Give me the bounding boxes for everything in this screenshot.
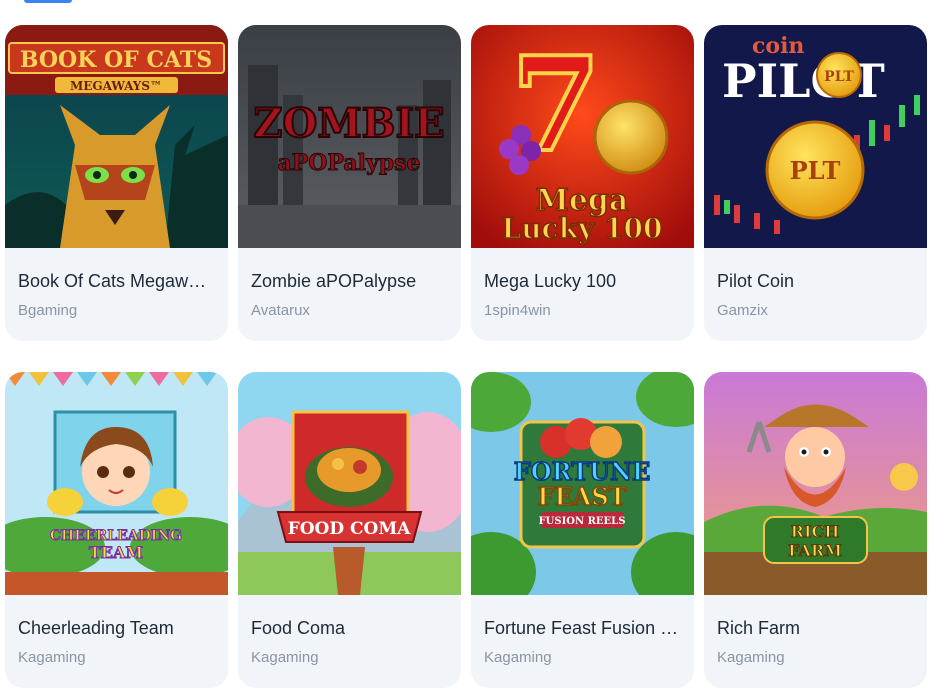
art-line-1: RICH — [791, 522, 840, 541]
art-line-2: MEGAWAYS™ — [70, 79, 162, 93]
game-provider: Kagaming — [18, 649, 86, 666]
game-title[interactable]: Food Coma — [251, 617, 448, 639]
game-card-food-coma[interactable]: FOOD COMA Food Coma Kagaming — [238, 372, 461, 688]
game-card-pilot-coin[interactable]: coin PILOT PLT PLT Pilot Coin Gamzix — [704, 25, 927, 341]
game-thumbnail[interactable]: BOOK OF CATS MEGAWAYS™ — [5, 25, 228, 248]
game-card-fortune-feast-fusion-reels[interactable]: FORTUNE FEAST FUSION REELS Fortune Feast… — [471, 372, 694, 688]
game-card-rich-farm[interactable]: RICH FARM Rich Farm Kagaming — [704, 372, 927, 688]
games-grid: BOOK OF CATS MEGAWAYS™ Book Of Cats Mega… — [5, 25, 927, 688]
game-provider: 1spin4win — [484, 302, 551, 319]
game-title[interactable]: Mega Lucky 100 — [484, 270, 681, 292]
art-line-1: FOOD COMA — [288, 519, 412, 539]
pilot-coin-artwork: coin PILOT PLT PLT — [704, 25, 927, 248]
game-card-book-of-cats-megaways[interactable]: BOOK OF CATS MEGAWAYS™ Book Of Cats Mega… — [5, 25, 228, 341]
fortune-feast-artwork: FORTUNE FEAST FUSION REELS — [471, 372, 694, 595]
art-line-2: FARM — [788, 541, 842, 560]
game-provider: Kagaming — [484, 649, 552, 666]
game-card-mega-lucky-100[interactable]: 7 Mega Lucky 100 Mega Lucky 100 1spin4wi… — [471, 25, 694, 341]
art-coin-badge-small: PLT — [824, 69, 854, 85]
game-title[interactable]: Cheerleading Team — [18, 617, 215, 639]
food-coma-artwork: FOOD COMA — [238, 372, 461, 595]
art-line-3: FUSION REELS — [539, 516, 626, 527]
game-provider: Gamzix — [717, 302, 768, 319]
cheerleading-team-artwork: CHEERLEADING TEAM — [5, 372, 228, 595]
game-title[interactable]: Rich Farm — [717, 617, 914, 639]
mega-lucky-100-artwork: 7 Mega Lucky 100 — [471, 25, 694, 248]
game-card-cheerleading-team[interactable]: CHEERLEADING TEAM Cheerleading Team Kaga… — [5, 372, 228, 688]
art-coin-badge-large: PLT — [790, 156, 841, 185]
game-thumbnail[interactable]: FOOD COMA — [238, 372, 461, 595]
art-line-1: CHEERLEADING — [50, 528, 182, 544]
game-title[interactable]: Zombie aPOPalypse — [251, 270, 448, 292]
top-tab-bar — [0, 0, 932, 8]
game-provider: Avatarux — [251, 302, 310, 319]
game-title[interactable]: Pilot Coin — [717, 270, 914, 292]
game-provider: Kagaming — [251, 649, 319, 666]
game-title[interactable]: Fortune Feast Fusion R... — [484, 617, 681, 639]
game-thumbnail[interactable]: RICH FARM — [704, 372, 927, 595]
game-provider: Kagaming — [717, 649, 785, 666]
game-thumbnail[interactable]: 7 Mega Lucky 100 — [471, 25, 694, 248]
rich-farm-artwork: RICH FARM — [704, 372, 927, 595]
zombie-apopalypse-artwork: ZOMBIE aPOPalypse — [238, 25, 461, 248]
art-line-2: aPOPalypse — [277, 150, 420, 176]
art-line-1: BOOK OF CATS — [20, 47, 212, 73]
art-line-2: FEAST — [537, 482, 626, 511]
book-of-cats-artwork: BOOK OF CATS MEGAWAYS™ — [5, 25, 228, 248]
game-catalog-page: BOOK OF CATS MEGAWAYS™ Book Of Cats Mega… — [0, 0, 932, 699]
game-card-zombie-apopalypse[interactable]: ZOMBIE aPOPalypse Zombie aPOPalypse Avat… — [238, 25, 461, 341]
game-thumbnail[interactable]: coin PILOT PLT PLT — [704, 25, 927, 248]
art-line-1: ZOMBIE — [253, 100, 444, 147]
art-line-2: Lucky 100 — [502, 212, 663, 245]
game-thumbnail[interactable]: ZOMBIE aPOPalypse — [238, 25, 461, 248]
art-line-2: TEAM — [89, 543, 143, 562]
active-tab-indicator — [24, 0, 72, 3]
game-provider: Bgaming — [18, 302, 78, 319]
game-title[interactable]: Book Of Cats Megaways — [18, 270, 215, 292]
game-thumbnail[interactable]: FORTUNE FEAST FUSION REELS — [471, 372, 694, 595]
game-thumbnail[interactable]: CHEERLEADING TEAM — [5, 372, 228, 595]
